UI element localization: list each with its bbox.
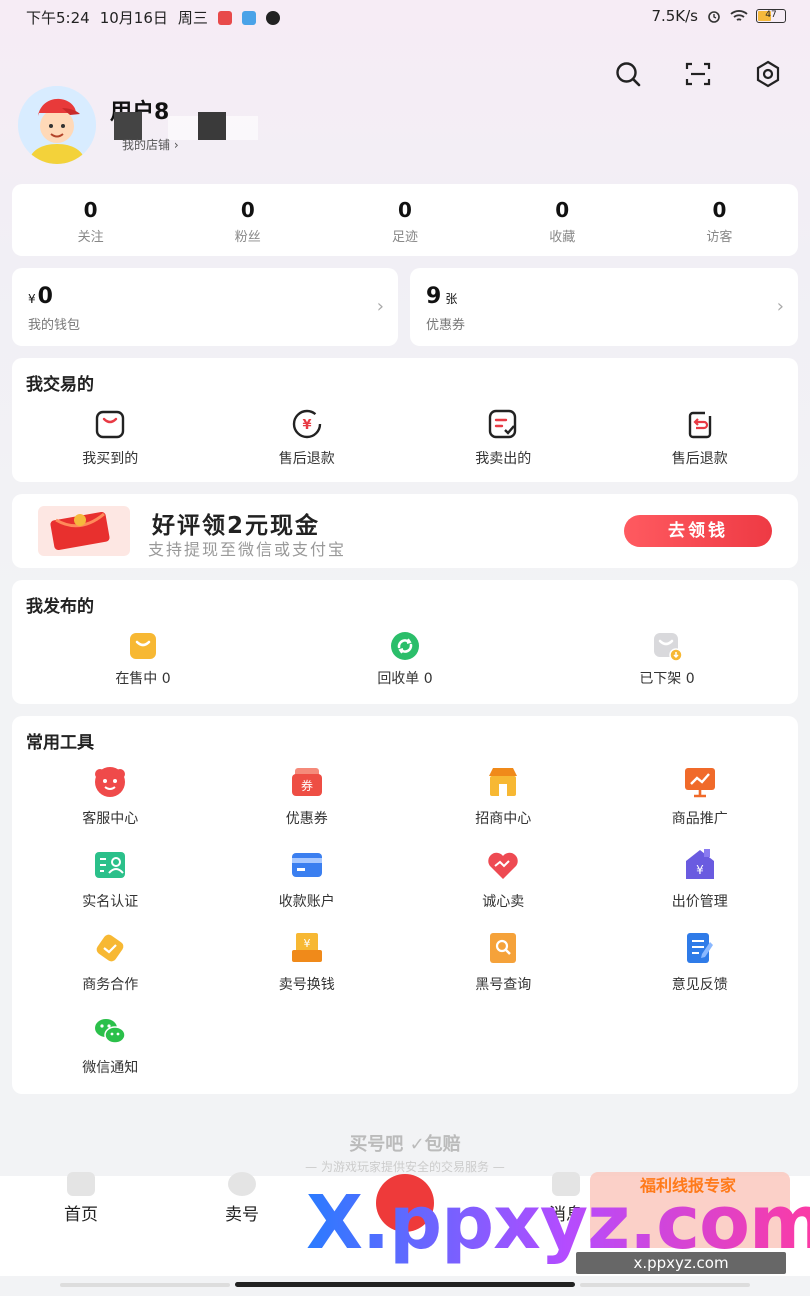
tool-wechat-notify[interactable]: 微信通知 bbox=[12, 1013, 209, 1082]
red-envelope-icon bbox=[38, 506, 130, 556]
tool-merchant[interactable]: 招商中心 bbox=[405, 764, 602, 833]
alarm-icon bbox=[708, 11, 720, 23]
promo-banner[interactable]: 好评领2元现金 支持提现至微信或支付宝 去领钱 bbox=[12, 494, 798, 568]
top-actions bbox=[614, 60, 782, 88]
tab-home[interactable]: 首页 bbox=[21, 1172, 141, 1225]
tab-sell-account[interactable]: 卖号 bbox=[182, 1172, 302, 1225]
heart-icon bbox=[488, 852, 518, 879]
chevron-right-icon: › bbox=[376, 296, 384, 317]
stat-follow[interactable]: 0 关注 bbox=[12, 184, 169, 256]
cooperation-icon bbox=[96, 934, 124, 962]
status-bar: 下午5:24 10月16日 周三 7.5K/s 47 bbox=[0, 0, 810, 32]
network-speed: 7.5K/s bbox=[651, 7, 698, 25]
qq-icon bbox=[265, 10, 280, 25]
sold-check-icon bbox=[489, 409, 517, 439]
privacy-mask bbox=[198, 112, 226, 140]
search-icon[interactable] bbox=[614, 60, 642, 88]
home-indicator[interactable] bbox=[235, 1282, 575, 1287]
coupon-card[interactable]: 9张 优惠券 › bbox=[410, 268, 798, 346]
svg-text:¥: ¥ bbox=[696, 863, 704, 877]
trade-section: 我交易的 我买到的 ¥ 售后退款 我卖出的 售后退款 bbox=[12, 358, 798, 482]
gesture-bar-segment bbox=[580, 1283, 750, 1287]
tools-section: 常用工具 客服中心 券 优惠券 招商中心 商品推广 实名认证 收款账户 诚心卖 bbox=[12, 716, 798, 1094]
watermark-url: x.ppxyz.com bbox=[576, 1252, 786, 1274]
stats-card: 0 关注 0 粉丝 0 足迹 0 收藏 0 访客 bbox=[12, 184, 798, 256]
publish-section: 我发布的 在售中 0 回收单 0 已下架 0 bbox=[12, 580, 798, 704]
tool-customer-service[interactable]: 客服中心 bbox=[12, 764, 209, 833]
wallet-label: 我的钱包 bbox=[28, 318, 81, 333]
id-card-icon bbox=[95, 852, 126, 878]
planet-icon bbox=[228, 1172, 256, 1196]
claim-cash-button[interactable]: 去领钱 bbox=[624, 515, 772, 547]
tool-promotion[interactable]: 商品推广 bbox=[602, 764, 799, 833]
recycle-icon bbox=[391, 632, 419, 660]
delisted-icon bbox=[654, 633, 683, 662]
avatar[interactable] bbox=[18, 86, 96, 164]
stat-favorites[interactable]: 0 收藏 bbox=[484, 184, 641, 256]
coupon-label: 优惠券 bbox=[426, 318, 466, 333]
app-notification-icon bbox=[241, 10, 256, 25]
svg-text:¥: ¥ bbox=[303, 937, 310, 950]
tool-real-name[interactable]: 实名认证 bbox=[12, 847, 209, 916]
wifi-icon bbox=[730, 10, 748, 21]
customer-service-icon bbox=[95, 767, 126, 797]
status-weekday: 周三 bbox=[177, 9, 208, 27]
tool-payment-account[interactable]: 收款账户 bbox=[209, 847, 406, 916]
sell-account-icon: ¥ bbox=[291, 933, 322, 962]
footer-brand: 买号吧 ✓包赔 bbox=[349, 1134, 461, 1155]
on-sale-icon bbox=[130, 633, 156, 659]
settings-icon[interactable] bbox=[754, 60, 782, 88]
publish-recycle[interactable]: 回收单 0 bbox=[274, 630, 536, 688]
coupon-icon: 券 bbox=[291, 768, 322, 796]
status-date: 10月16日 bbox=[99, 9, 168, 27]
gesture-bar-segment bbox=[60, 1283, 230, 1287]
trade-refund-sell[interactable]: 售后退款 bbox=[602, 406, 799, 468]
stat-visitors[interactable]: 0 访客 bbox=[641, 184, 798, 256]
svg-text:¥: ¥ bbox=[302, 418, 311, 433]
wechat-icon bbox=[95, 1019, 126, 1044]
banner-subtitle: 支持提现至微信或支付宝 bbox=[148, 540, 347, 559]
wallet-card[interactable]: ¥0 我的钱包 › bbox=[12, 268, 398, 346]
section-title: 我发布的 bbox=[26, 597, 94, 617]
trade-refund-buy[interactable]: ¥ 售后退款 bbox=[209, 406, 406, 468]
yuan-refund-icon: ¥ bbox=[292, 409, 321, 439]
stat-fans[interactable]: 0 粉丝 bbox=[169, 184, 326, 256]
store-icon bbox=[489, 768, 518, 796]
trade-sold[interactable]: 我卖出的 bbox=[405, 406, 602, 468]
app-notification-icon bbox=[217, 10, 232, 25]
promotion-icon bbox=[684, 768, 715, 798]
coupon-count: 9张 bbox=[426, 284, 458, 309]
section-title: 常用工具 bbox=[26, 733, 94, 753]
tool-bid-management[interactable]: ¥ 出价管理 bbox=[602, 847, 799, 916]
scan-icon[interactable] bbox=[684, 60, 712, 88]
publish-delisted[interactable]: 已下架 0 bbox=[536, 630, 798, 688]
stat-footprint[interactable]: 0 足迹 bbox=[326, 184, 483, 256]
bid-house-icon: ¥ bbox=[685, 849, 714, 879]
shopping-bag-icon bbox=[96, 410, 125, 439]
tool-feedback[interactable]: 意见反馈 bbox=[602, 930, 799, 999]
blacklist-search-icon bbox=[490, 933, 517, 963]
section-title: 我交易的 bbox=[26, 375, 94, 395]
feedback-icon bbox=[686, 933, 713, 963]
bank-card-icon bbox=[291, 853, 322, 877]
tool-blacklist-query[interactable]: 黑号查询 bbox=[405, 930, 602, 999]
publish-on-sale[interactable]: 在售中 0 bbox=[12, 630, 274, 688]
my-shop-link[interactable]: 我的店铺 › bbox=[122, 136, 179, 153]
home-icon bbox=[67, 1172, 95, 1196]
status-time: 下午5:24 bbox=[26, 9, 90, 27]
tool-business[interactable]: 商务合作 bbox=[12, 930, 209, 999]
tool-coupon[interactable]: 券 优惠券 bbox=[209, 764, 406, 833]
wallet-amount: ¥0 bbox=[28, 284, 53, 309]
svg-text:券: 券 bbox=[301, 778, 313, 793]
chevron-right-icon: › bbox=[776, 296, 784, 317]
banner-title: 好评领2元现金 bbox=[152, 513, 321, 539]
return-icon bbox=[688, 411, 711, 439]
tool-sell-account[interactable]: ¥ 卖号换钱 bbox=[209, 930, 406, 999]
battery-icon: 47 bbox=[756, 9, 786, 23]
tool-sincere-sell[interactable]: 诚心卖 bbox=[405, 847, 602, 916]
trade-bought[interactable]: 我买到的 bbox=[12, 406, 209, 468]
